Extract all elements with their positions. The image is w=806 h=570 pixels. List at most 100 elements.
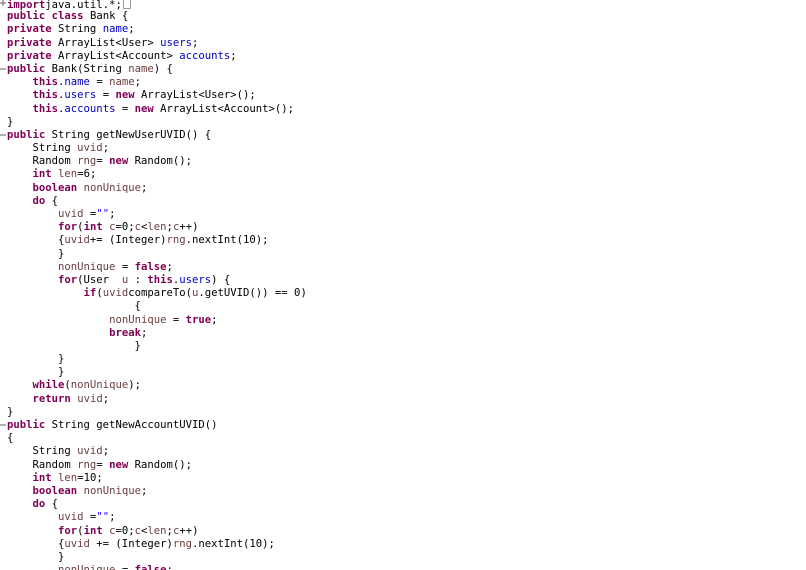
code-line[interactable]: public Bank(String name) { <box>0 62 806 76</box>
code-line[interactable]: this.name = name; <box>7 76 806 89</box>
code-line[interactable]: } <box>7 340 806 353</box>
text-cursor <box>122 0 131 9</box>
code-line[interactable]: private String name; <box>7 23 806 36</box>
code-line[interactable]: nonUnique = false; <box>7 261 806 274</box>
code-text: = <box>89 76 110 89</box>
local-variable-token: name <box>109 76 135 89</box>
code-line[interactable]: } <box>7 248 806 261</box>
code-text: ; <box>230 49 237 62</box>
code-line[interactable]: this.accounts = new ArrayList<Account>()… <box>7 103 806 116</box>
local-variable-token: rng <box>172 537 192 550</box>
fold-expand-icon[interactable] <box>0 0 6 6</box>
code-line[interactable]: } <box>7 116 806 129</box>
code-line[interactable]: public String getNewUserUVID() { <box>0 129 806 142</box>
keyword-token: class <box>51 10 84 23</box>
code-line[interactable]: do { <box>7 195 806 208</box>
keyword-token: new <box>134 102 154 115</box>
code-line[interactable]: importjava.util.*; <box>0 0 806 11</box>
code-line[interactable]: {uvid+= (Integer)rng.nextInt(10); <box>7 234 806 247</box>
code-text: String getNewAccountUVID() <box>45 419 218 431</box>
code-text: String <box>7 445 78 458</box>
code-line[interactable]: private ArrayList<User> users; <box>7 37 806 50</box>
code-line[interactable]: { <box>7 300 806 313</box>
keyword-token: private <box>7 49 52 62</box>
fold-collapse-icon[interactable] <box>0 66 6 72</box>
field-token: accounts <box>179 49 231 62</box>
keyword-token: this <box>32 76 59 89</box>
code-line[interactable]: nonUnique = false; <box>7 564 806 570</box>
code-line[interactable]: } <box>7 353 806 366</box>
code-line[interactable]: uvid =""; <box>7 208 806 221</box>
code-area[interactable]: importjava.util.*; public class Bank {pri… <box>0 0 806 570</box>
code-text: = <box>96 458 110 471</box>
code-text: String <box>51 23 103 36</box>
code-line[interactable]: for(int c=0;c<len;c++) <box>7 221 806 234</box>
code-text: ); <box>128 379 141 392</box>
code-text: compareTo( <box>128 287 192 300</box>
keyword-token: boolean <box>32 181 78 194</box>
local-variable-token: uvid <box>77 392 103 405</box>
keyword-token: true <box>185 313 212 326</box>
code-text: Random <box>7 155 78 168</box>
keyword-token: public <box>7 62 46 75</box>
code-text: String <box>7 142 78 155</box>
code-text: Random(); <box>128 458 192 471</box>
code-text: ; <box>166 564 172 570</box>
code-line[interactable]: uvid =""; <box>7 511 806 524</box>
code-line[interactable]: for(int c=0;c<len;c++) <box>7 525 806 538</box>
local-variable-token: uvid <box>64 537 90 550</box>
code-text: =0; <box>115 524 135 537</box>
code-line[interactable]: } <box>7 406 806 419</box>
code-text: ++) <box>179 524 199 537</box>
code-line[interactable]: break; <box>7 327 806 340</box>
code-line[interactable]: {uvid += (Integer)rng.nextInt(10); <box>7 538 806 551</box>
code-line[interactable]: this.users = new ArrayList<User>(); <box>7 89 806 102</box>
code-text: ; <box>102 142 110 155</box>
code-line[interactable]: boolean nonUnique; <box>7 485 806 498</box>
code-line[interactable]: while(nonUnique); <box>7 379 806 392</box>
code-text: ++) <box>179 221 199 234</box>
code-text: = <box>83 208 97 220</box>
code-text: ArrayList<User>(); <box>134 89 256 102</box>
fold-collapse-icon[interactable] <box>0 132 6 138</box>
code-line[interactable]: nonUnique = true; <box>7 314 806 327</box>
code-line[interactable]: int len=6; <box>7 168 806 181</box>
keyword-token: false <box>135 564 167 570</box>
code-editor[interactable]: importjava.util.*; public class Bank {pri… <box>0 0 806 570</box>
code-text: = <box>115 564 134 570</box>
keyword-token: break <box>109 326 141 339</box>
code-line[interactable]: public String getNewAccountUVID() <box>0 419 806 432</box>
code-line[interactable]: String uvid; <box>7 142 806 155</box>
code-line[interactable]: Random rng= new Random(); <box>7 155 806 168</box>
code-line[interactable]: if(uvidcompareTo(u.getUVID()) == 0) <box>7 287 806 300</box>
code-line[interactable]: Random rng= new Random(); <box>7 459 806 472</box>
code-text: : <box>128 273 148 286</box>
code-line[interactable]: return uvid; <box>7 393 806 406</box>
code-text: = <box>96 89 116 102</box>
code-text: ; <box>134 76 141 89</box>
fold-collapse-icon[interactable] <box>0 422 6 428</box>
code-text: Random <box>7 458 78 471</box>
code-line[interactable]: public class Bank { <box>7 10 806 23</box>
code-line[interactable]: String uvid; <box>7 445 806 458</box>
code-text: = <box>115 102 135 115</box>
code-line[interactable]: private ArrayList<Account> accounts; <box>7 50 806 63</box>
code-text: ; <box>109 208 116 220</box>
code-text: Bank(String <box>45 62 129 75</box>
code-line[interactable]: boolean nonUnique; <box>7 182 806 195</box>
code-line[interactable]: } <box>7 551 806 564</box>
code-line[interactable]: { <box>7 432 806 445</box>
code-line[interactable]: do { <box>7 498 806 511</box>
code-line[interactable]: int len=10; <box>7 472 806 485</box>
code-text: .nextInt(10); <box>185 234 269 247</box>
code-text: } <box>7 247 65 260</box>
code-line[interactable]: for(User u : this.users) { <box>7 274 806 287</box>
code-line[interactable]: } <box>7 366 806 379</box>
code-text: } <box>7 405 14 418</box>
